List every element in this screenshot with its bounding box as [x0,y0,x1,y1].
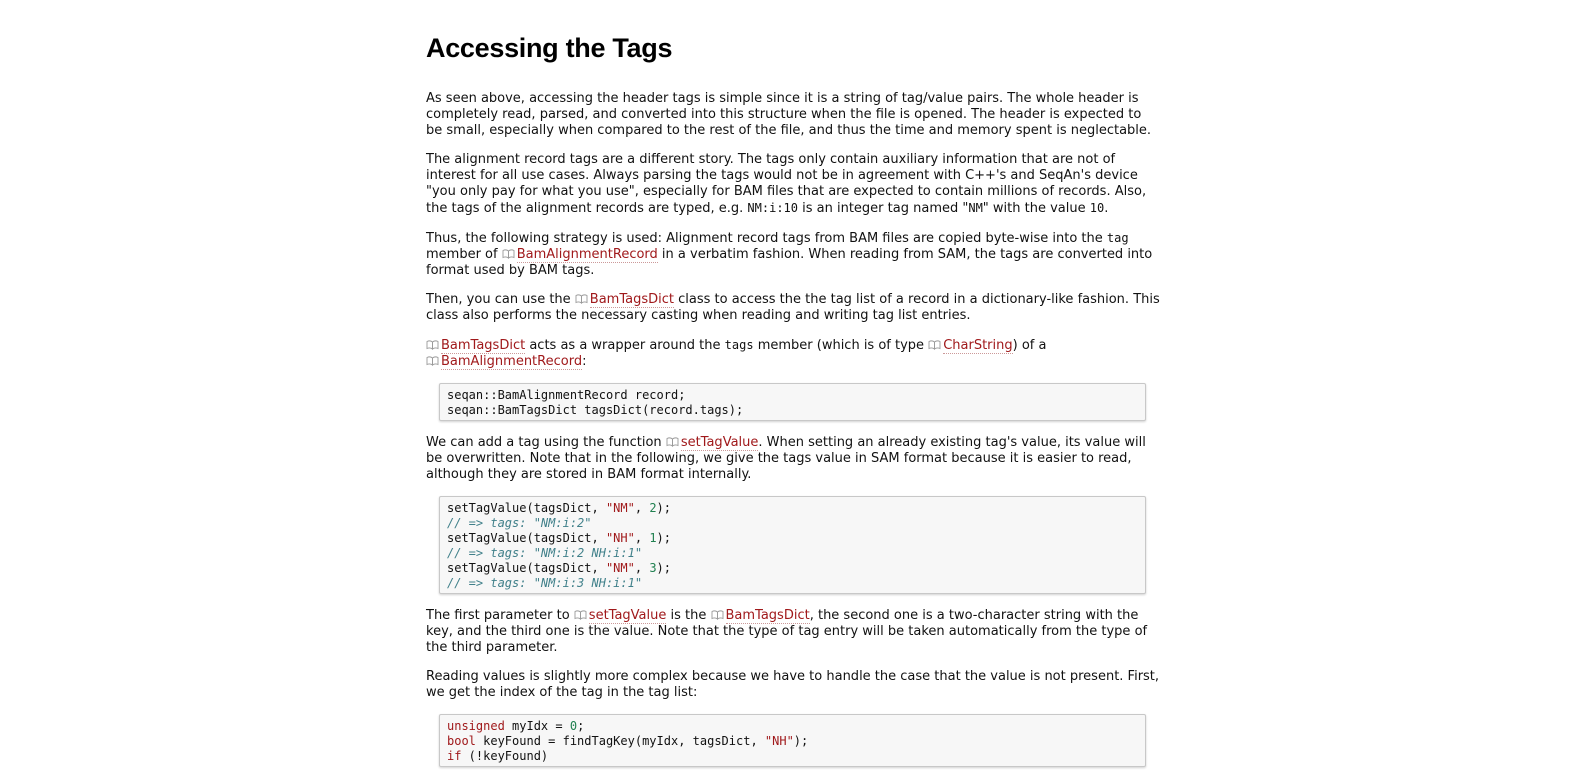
code-token: setTagValue(tagsDict, [447,501,606,515]
text: : [582,354,587,369]
code-token: keyFound = findTagKey(myIdx, tagsDict, [475,734,765,748]
code-block-set-tag: setTagValue(tagsDict, "NM", 2); // => ta… [439,496,1146,594]
code-token: setTagValue(tagsDict, [447,561,606,575]
code-token: ); [656,531,671,545]
code-string: "NH" [605,531,635,545]
text: Then, you can use the [426,292,575,307]
code-token: , [634,531,650,545]
paragraph-header-tags: As seen above, accessing the header tags… [426,91,1152,138]
inline-code: 10 [1089,201,1105,215]
link-bamtagsdict[interactable]: BamTagsDict [589,292,674,308]
code-block-declaration: seqan::BamAlignmentRecord record; seqan:… [439,383,1146,421]
text: ) of a [1012,338,1047,353]
code-token: BamTagsDict tagsDict(record.tags); [497,403,744,417]
code-content: seqan::BamAlignmentRecord record; seqan:… [447,388,1138,418]
code-keyword: unsigned [447,719,505,733]
code-keyword: bool [447,734,476,748]
paragraph-record-tags: The alignment record tags are a differen… [426,152,1161,217]
code-number: 2 [649,501,657,515]
code-token: myIdx = [504,719,570,733]
code-token: BamAlignmentRecord record; [497,388,686,402]
inline-code: tag [1106,231,1129,245]
book-icon [502,249,515,259]
code-token: ; [577,719,585,733]
code-token: seqan:: [447,388,498,402]
paragraph-set-tag: We can add a tag using the function setT… [426,435,1161,483]
code-number: 1 [649,531,657,545]
text: is the [666,608,711,623]
text: acts as a wrapper around the [525,338,725,353]
code-string: "NM" [605,561,635,575]
book-icon [426,356,439,366]
text: We can add a tag using the function [426,435,666,450]
paragraph-parameters: The first parameter to setTagValue is th… [426,608,1161,656]
link-settagvalue[interactable]: setTagValue [680,435,759,451]
code-string: "NM" [605,501,635,515]
text: Thus, the following strategy is used: Al… [426,231,1107,246]
text: is an integer tag named " [798,201,969,216]
paragraph-reading-values: Reading values is slightly more complex … [426,669,1160,700]
paragraph-strategy: Thus, the following strategy is used: Al… [426,230,1161,279]
text: member of [426,247,502,262]
code-content: setTagValue(tagsDict, "NM", 2); // => ta… [447,501,1138,591]
inline-code: NM:i:10 [747,201,798,215]
book-icon [711,610,724,620]
text: . [1104,201,1109,216]
paragraph-bamtagsdict-intro: Then, you can use the BamTagsDict class … [426,292,1161,324]
link-bamalignmentrecord[interactable]: BamAlignmentRecord [516,247,658,263]
code-block-find-tag: unsigned myIdx = 0; bool keyFound = find… [439,714,1146,767]
code-token: ); [656,561,671,575]
code-token: seqan:: [447,403,498,417]
code-number: 0 [569,719,578,733]
book-icon [928,340,941,350]
inline-code: tags [724,338,754,352]
link-bamtagsdict[interactable]: BamTagsDict [725,608,810,624]
text: The first parameter to [426,608,574,623]
code-comment: // => tags: "NM:i:2 NH:i:1" [447,546,643,560]
page-title: Accessing the Tags [426,33,673,63]
book-icon [666,437,679,447]
code-content: unsigned myIdx = 0; bool keyFound = find… [447,719,1138,764]
paragraph-wrapper: BamTagsDict acts as a wrapper around the… [426,337,1161,370]
link-charstring[interactable]: CharString [943,338,1013,354]
book-icon [574,610,587,620]
inline-code: NM [968,201,983,215]
code-comment: // => tags: "NM:i:2" [447,516,592,530]
link-settagvalue[interactable]: setTagValue [588,608,667,624]
code-token: , [634,561,650,575]
code-string: "NH" [764,734,794,748]
text: member (which is of type [753,338,929,353]
code-token: setTagValue(tagsDict, [447,531,606,545]
book-icon [575,294,588,304]
text: " with the value [982,201,1090,216]
code-token: ); [793,734,809,748]
code-token: , [634,501,650,515]
code-token: ); [656,501,671,515]
link-bamtagsdict[interactable]: BamTagsDict [441,338,526,354]
code-comment: // => tags: "NM:i:3 NH:i:1" [447,576,643,590]
code-keyword: if [447,749,462,763]
main-content: Accessing the Tags As seen above, access… [426,30,1161,781]
book-icon [426,340,439,350]
code-token: (!keyFound) [461,749,549,763]
code-number: 3 [649,561,657,575]
link-bamalignmentrecord[interactable]: BamAlignmentRecord [441,354,583,370]
